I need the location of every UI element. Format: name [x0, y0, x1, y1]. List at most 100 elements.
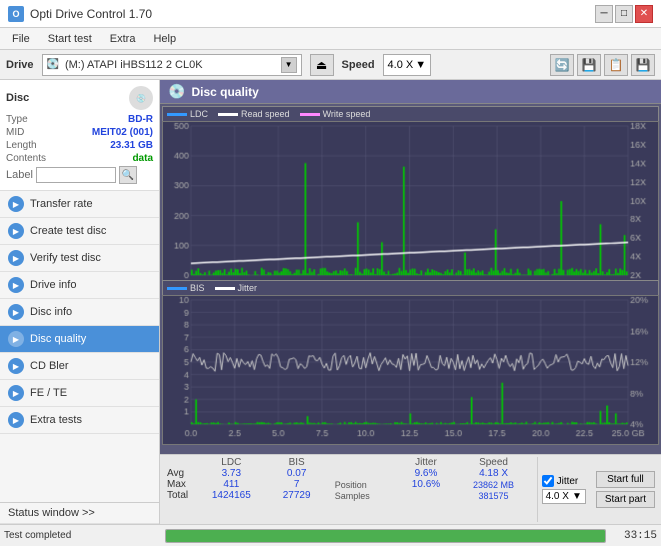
total-samples: 381575: [455, 490, 533, 501]
main-layout: Disc 💿 Type BD-R MID MEIT02 (001) Length…: [0, 80, 661, 524]
sidebar-label-transfer: Transfer rate: [30, 198, 93, 210]
sidebar-item-verify-test[interactable]: ▶ Verify test disc: [0, 245, 159, 272]
minimize-button[interactable]: ─: [595, 5, 613, 23]
toolbar-buttons: 🔄 💾 📋 💾: [550, 54, 655, 76]
menu-help[interactable]: Help: [145, 31, 184, 47]
legend-read-speed: Read speed: [218, 109, 290, 119]
disc-panel: Disc 💿 Type BD-R MID MEIT02 (001) Length…: [0, 80, 159, 191]
sidebar-icon-extra: ▶: [8, 412, 24, 428]
menu-start-test[interactable]: Start test: [40, 31, 100, 47]
stats-table: LDC BIS Jitter Speed Avg 3.73 0.07 9.6%: [164, 457, 533, 522]
menubar: File Start test Extra Help: [0, 28, 661, 50]
speed-dropdown-select[interactable]: 4.0 X ▼: [542, 489, 586, 504]
speed-value: 4.0 X: [388, 59, 414, 71]
position-label: Position: [333, 479, 398, 490]
disc-contents-label: Contents: [6, 153, 46, 164]
disc-label-btn[interactable]: 🔍: [119, 166, 137, 184]
drive-select[interactable]: 💽 (M:) ATAPI iHBS112 2 CL0K ▼: [42, 54, 302, 76]
sidebar-label-disc-info: Disc info: [30, 306, 72, 318]
sidebar-label-create: Create test disc: [30, 225, 106, 237]
legend-read-label: Read speed: [241, 109, 290, 119]
sidebar-label-disc-quality: Disc quality: [30, 333, 86, 345]
legend-jitter: Jitter: [215, 283, 258, 293]
avg-jitter: 9.6%: [397, 468, 454, 479]
sidebar-label-extra: Extra tests: [30, 414, 82, 426]
disc-mid-label: MID: [6, 127, 24, 138]
sidebar-item-create-test[interactable]: ▶ Create test disc: [0, 218, 159, 245]
toolbar-btn-2[interactable]: 💾: [577, 54, 601, 76]
test-buttons: Start full Start part: [594, 457, 657, 522]
speed-dropdown-arrow: ▼: [572, 491, 582, 502]
sidebar-icon-cd-bler: ▶: [8, 358, 24, 374]
menu-file[interactable]: File: [4, 31, 38, 47]
eject-button[interactable]: ⏏: [310, 54, 334, 76]
disc-type-row: Type BD-R: [6, 114, 153, 125]
progress-bar-container: [165, 529, 606, 543]
col-speed-header: Speed: [455, 457, 533, 468]
sidebar-icon-create: ▶: [8, 223, 24, 239]
disc-contents-value: data: [132, 153, 153, 164]
sidebar-item-cd-bler[interactable]: ▶ CD Bler: [0, 353, 159, 380]
content-header: 💿 Disc quality: [160, 80, 661, 104]
close-button[interactable]: ✕: [635, 5, 653, 23]
start-part-button[interactable]: Start part: [596, 491, 655, 508]
sidebar-label-drive: Drive info: [30, 279, 76, 291]
legend-ldc-label: LDC: [190, 109, 208, 119]
speed-dropdown-value: 4.0 X: [546, 491, 569, 502]
samples-label: Samples: [333, 490, 398, 501]
speed-dropdown-arrow: ▼: [415, 59, 426, 71]
sidebar-icon-disc-quality: ▶: [8, 331, 24, 347]
legend-write-speed: Write speed: [300, 109, 371, 119]
col-bis: BIS: [269, 457, 325, 468]
drive-select-text: (M:) ATAPI iHBS112 2 CL0K: [65, 59, 277, 71]
disc-length-value: 23.31 GB: [110, 140, 153, 151]
max-ldc: 411: [194, 479, 269, 490]
content-area: 💿 Disc quality LDC Read speed: [160, 80, 661, 524]
sidebar-icon-fe-te: ▶: [8, 385, 24, 401]
total-label: Total: [164, 490, 194, 501]
disc-label-input[interactable]: [36, 167, 116, 183]
sidebar-item-fe-te[interactable]: ▶ FE / TE: [0, 380, 159, 407]
disc-length-row: Length 23.31 GB: [6, 140, 153, 151]
avg-speed: 4.18 X: [455, 468, 533, 479]
max-position: 23862 MB: [455, 479, 533, 490]
sidebar-item-disc-quality[interactable]: ▶ Disc quality: [0, 326, 159, 353]
content-title: Disc quality: [191, 85, 258, 99]
chart-top: [162, 121, 659, 296]
sidebar-item-extra-tests[interactable]: ▶ Extra tests: [0, 407, 159, 434]
jitter-checkbox[interactable]: [542, 475, 554, 487]
sidebar-item-transfer-rate[interactable]: ▶ Transfer rate: [0, 191, 159, 218]
avg-ldc: 3.73: [194, 468, 269, 479]
toolbar-btn-4[interactable]: 💾: [631, 54, 655, 76]
window-controls: ─ □ ✕: [595, 5, 653, 23]
disc-contents-row: Contents data: [6, 153, 153, 164]
col-ldc: LDC: [194, 457, 269, 468]
status-window-link[interactable]: Status window >>: [0, 503, 159, 524]
speed-label: Speed: [342, 59, 375, 71]
total-bis: 27729: [269, 490, 325, 501]
sidebar-icon-drive: ▶: [8, 277, 24, 293]
sidebar-item-drive-info[interactable]: ▶ Drive info: [0, 272, 159, 299]
jitter-checkbox-row[interactable]: Jitter: [542, 475, 586, 487]
maximize-button[interactable]: □: [615, 5, 633, 23]
col-jitter-header: Jitter: [397, 457, 454, 468]
sidebar-label-cd-bler: CD Bler: [30, 360, 69, 372]
menu-extra[interactable]: Extra: [102, 31, 144, 47]
avg-bis: 0.07: [269, 468, 325, 479]
start-full-button[interactable]: Start full: [596, 471, 655, 488]
app-title: Opti Drive Control 1.70: [30, 7, 152, 21]
speed-select[interactable]: 4.0 X ▼: [383, 54, 432, 76]
max-bis: 7: [269, 479, 325, 490]
legend-ldc: LDC: [167, 109, 208, 119]
sidebar-icon-disc-info: ▶: [8, 304, 24, 320]
disc-header-text: Disc: [6, 92, 29, 104]
drive-label: Drive: [6, 59, 34, 71]
stats-bar: LDC BIS Jitter Speed Avg 3.73 0.07 9.6%: [160, 454, 661, 524]
app-icon: O: [8, 6, 24, 22]
sidebar-item-disc-info[interactable]: ▶ Disc info: [0, 299, 159, 326]
toolbar-btn-1[interactable]: 🔄: [550, 54, 574, 76]
disc-mid-row: MID MEIT02 (001): [6, 127, 153, 138]
drive-dropdown-btn[interactable]: ▼: [281, 57, 297, 73]
toolbar-btn-3[interactable]: 📋: [604, 54, 628, 76]
status-time: 33:15: [612, 530, 657, 542]
